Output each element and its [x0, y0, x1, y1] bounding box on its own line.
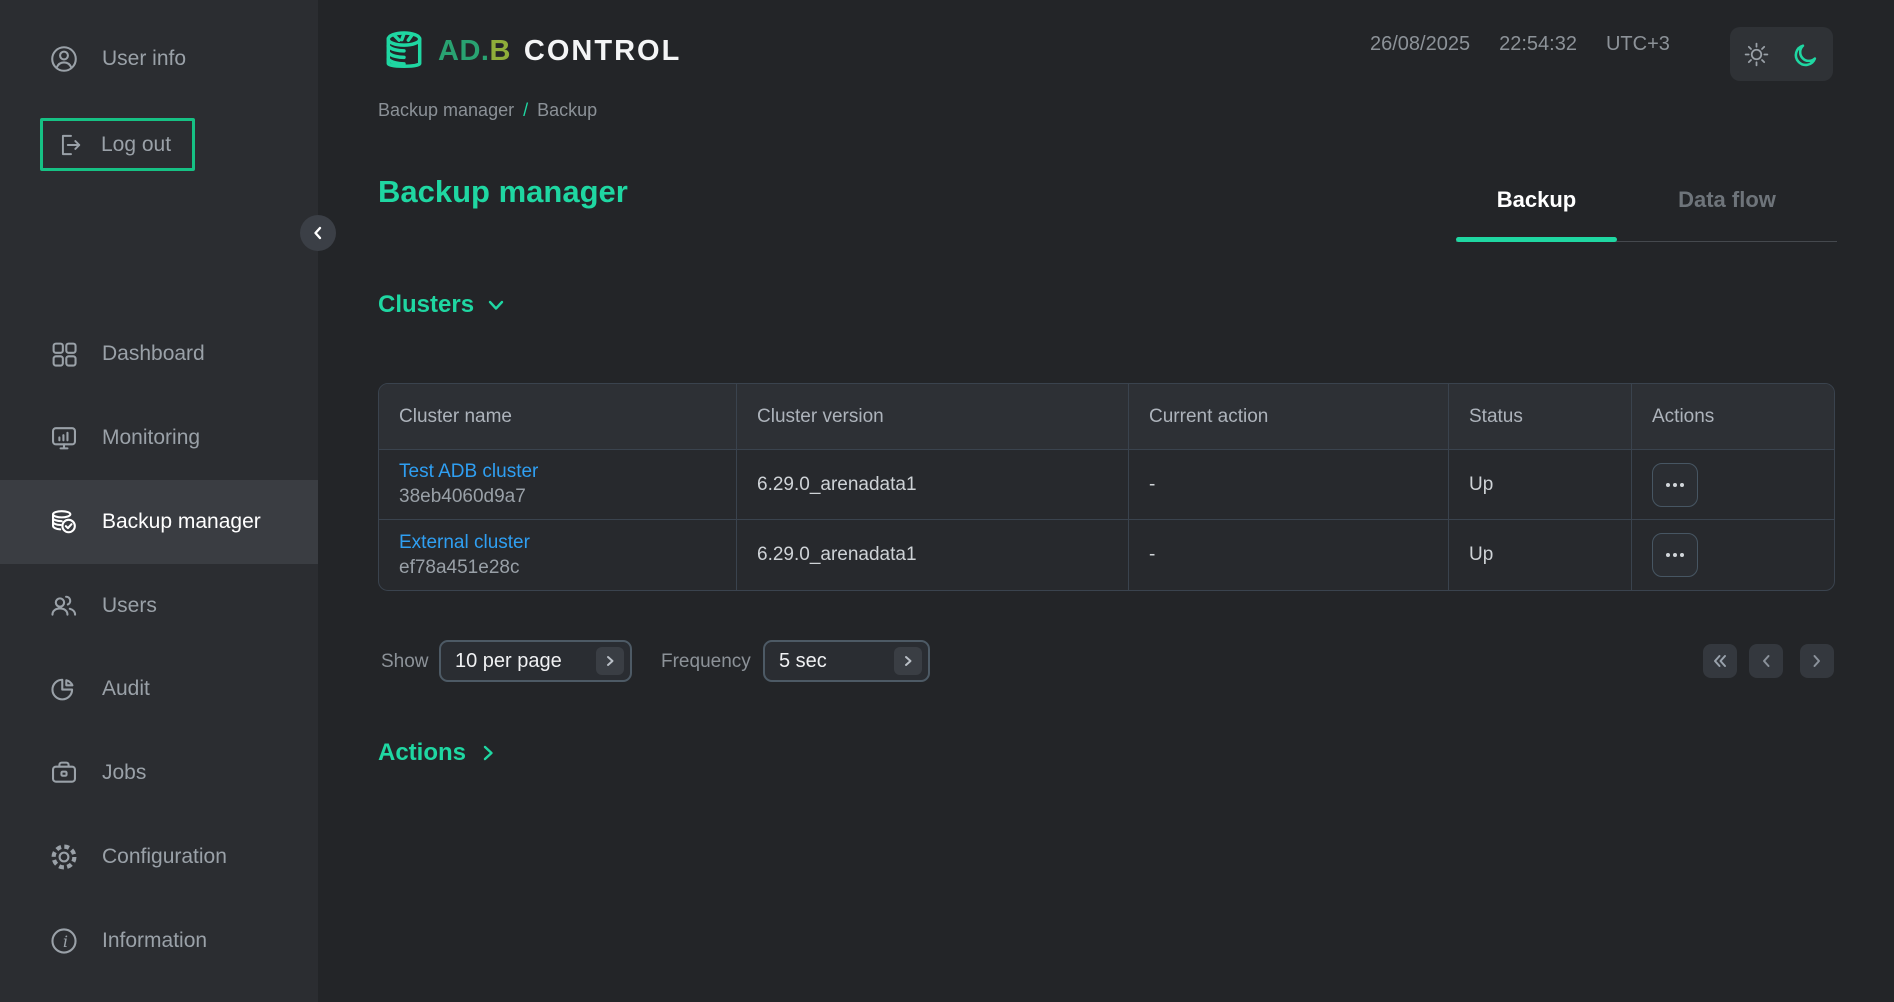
- column-header-status: Status: [1449, 384, 1632, 450]
- breadcrumb-separator: /: [523, 100, 528, 121]
- moon-icon: [1792, 40, 1820, 68]
- page-size-select[interactable]: 10 per page: [439, 640, 632, 682]
- cluster-name-link[interactable]: External cluster: [399, 532, 530, 554]
- sidebar-item-label: Monitoring: [102, 426, 200, 450]
- sidebar-item-backup-manager[interactable]: Backup manager: [0, 480, 318, 564]
- breadcrumb-current: Backup: [537, 100, 597, 121]
- info-icon: i: [49, 926, 79, 956]
- light-theme-button[interactable]: [1743, 41, 1770, 68]
- sidebar-item-label: Backup manager: [102, 510, 261, 534]
- tab-data-flow[interactable]: Data flow: [1617, 158, 1837, 241]
- frequency-select[interactable]: 5 sec: [763, 640, 930, 682]
- sidebar-item-audit[interactable]: Audit: [0, 647, 318, 731]
- sidebar: User info Log out: [0, 0, 318, 1002]
- pagination-prev-button[interactable]: [1749, 644, 1783, 678]
- dashboard-icon: [49, 339, 79, 369]
- sidebar-item-dashboard[interactable]: Dashboard: [0, 312, 318, 396]
- sidebar-collapse-button[interactable]: [300, 215, 336, 251]
- adb-control-app: User info Log out: [0, 0, 1894, 1002]
- monitoring-icon: [49, 423, 79, 453]
- table-row-cell-current-action: -: [1129, 450, 1449, 520]
- chevron-right-icon: [478, 743, 498, 763]
- breadcrumb: Backup manager / Backup: [378, 100, 597, 121]
- show-label: Show: [381, 641, 429, 682]
- table-row-cell-name: External cluster ef78a451e28c: [379, 520, 737, 590]
- gear-icon: [49, 842, 79, 872]
- chevron-left-icon: [311, 226, 325, 240]
- pagination-first-button[interactable]: [1703, 644, 1737, 678]
- sidebar-item-configuration[interactable]: Configuration: [0, 815, 318, 899]
- timezone-text: UTC+3: [1606, 32, 1670, 56]
- dark-theme-button[interactable]: [1792, 40, 1820, 68]
- table-row-cell-actions: [1632, 450, 1834, 520]
- ellipsis-icon: [1665, 482, 1685, 488]
- sidebar-item-label: Dashboard: [102, 342, 205, 366]
- users-icon: [49, 591, 79, 621]
- sidebar-item-user-info[interactable]: User info: [0, 17, 318, 101]
- sidebar-item-label: Configuration: [102, 845, 227, 869]
- table-row-cell-status: Up: [1449, 450, 1632, 520]
- clusters-table: Cluster name Cluster version Current act…: [378, 383, 1835, 591]
- page-title: Backup manager: [378, 174, 628, 210]
- brand-logo: AD.BCONTROL: [378, 24, 681, 78]
- logout-label: Log out: [101, 133, 171, 157]
- date-text: 26/08/2025: [1370, 32, 1470, 56]
- row-actions-button[interactable]: [1652, 533, 1698, 577]
- row-actions-button[interactable]: [1652, 463, 1698, 507]
- cluster-id: ef78a451e28c: [399, 557, 519, 579]
- tab-backup[interactable]: Backup: [1456, 158, 1617, 241]
- sidebar-item-label: Audit: [102, 677, 150, 701]
- chevron-left-icon: [1760, 654, 1772, 668]
- sidebar-item-monitoring[interactable]: Monitoring: [0, 396, 318, 480]
- theme-toggle: [1730, 27, 1833, 81]
- sidebar-item-jobs[interactable]: Jobs: [0, 731, 318, 815]
- user-info-label: User info: [102, 47, 186, 71]
- breadcrumb-parent[interactable]: Backup manager: [378, 100, 514, 121]
- brand-logo-text: AD.BCONTROL: [438, 35, 681, 68]
- column-header-cluster-name: Cluster name: [379, 384, 737, 450]
- table-row-cell-current-action: -: [1129, 520, 1449, 590]
- table-row-cell-status: Up: [1449, 520, 1632, 590]
- page-size-value: 10 per page: [455, 650, 562, 673]
- cluster-id: 38eb4060d9a7: [399, 486, 526, 508]
- column-header-current-action: Current action: [1129, 384, 1449, 450]
- clusters-section-title: Clusters: [378, 291, 474, 319]
- sidebar-item-label: Users: [102, 594, 157, 618]
- logout-button[interactable]: Log out: [40, 118, 195, 171]
- table-row-cell-actions: [1632, 520, 1834, 590]
- cluster-name-link[interactable]: Test ADB cluster: [399, 461, 538, 483]
- column-header-cluster-version: Cluster version: [737, 384, 1129, 450]
- frequency-value: 5 sec: [779, 650, 827, 673]
- svg-text:i: i: [63, 932, 68, 951]
- time-text: 22:54:32: [1499, 32, 1577, 56]
- user-icon: [49, 44, 79, 74]
- sun-icon: [1743, 41, 1770, 68]
- double-chevron-left-icon: [1712, 654, 1728, 668]
- sidebar-item-users[interactable]: Users: [0, 564, 318, 648]
- frequency-label: Frequency: [661, 641, 751, 682]
- chevron-right-icon: [1811, 654, 1823, 668]
- backup-manager-icon: [49, 507, 79, 537]
- sidebar-item-label: Information: [102, 929, 207, 953]
- logout-icon: [57, 131, 85, 159]
- chevron-right-icon: [596, 647, 624, 675]
- audit-icon: [49, 674, 79, 704]
- clusters-section-toggle[interactable]: Clusters: [378, 291, 506, 319]
- sidebar-item-label: Jobs: [102, 761, 146, 785]
- table-row-cell-version: 6.29.0_arenadata1: [737, 450, 1129, 520]
- pagination-next-button[interactable]: [1800, 644, 1834, 678]
- jobs-icon: [49, 758, 79, 788]
- ellipsis-icon: [1665, 552, 1685, 558]
- table-row-cell-version: 6.29.0_arenadata1: [737, 520, 1129, 590]
- column-header-actions: Actions: [1632, 384, 1834, 450]
- tab-bar: Backup Data flow: [1456, 158, 1837, 242]
- actions-section-title: Actions: [378, 739, 466, 767]
- brand-logo-icon: [378, 25, 430, 77]
- actions-section-toggle[interactable]: Actions: [378, 739, 498, 767]
- chevron-down-icon: [486, 295, 506, 315]
- chevron-right-icon: [894, 647, 922, 675]
- sidebar-item-information[interactable]: i Information: [0, 899, 318, 983]
- datetime-display: 26/08/2025 22:54:32 UTC+3: [1370, 32, 1670, 56]
- table-row-cell-name: Test ADB cluster 38eb4060d9a7: [379, 450, 737, 520]
